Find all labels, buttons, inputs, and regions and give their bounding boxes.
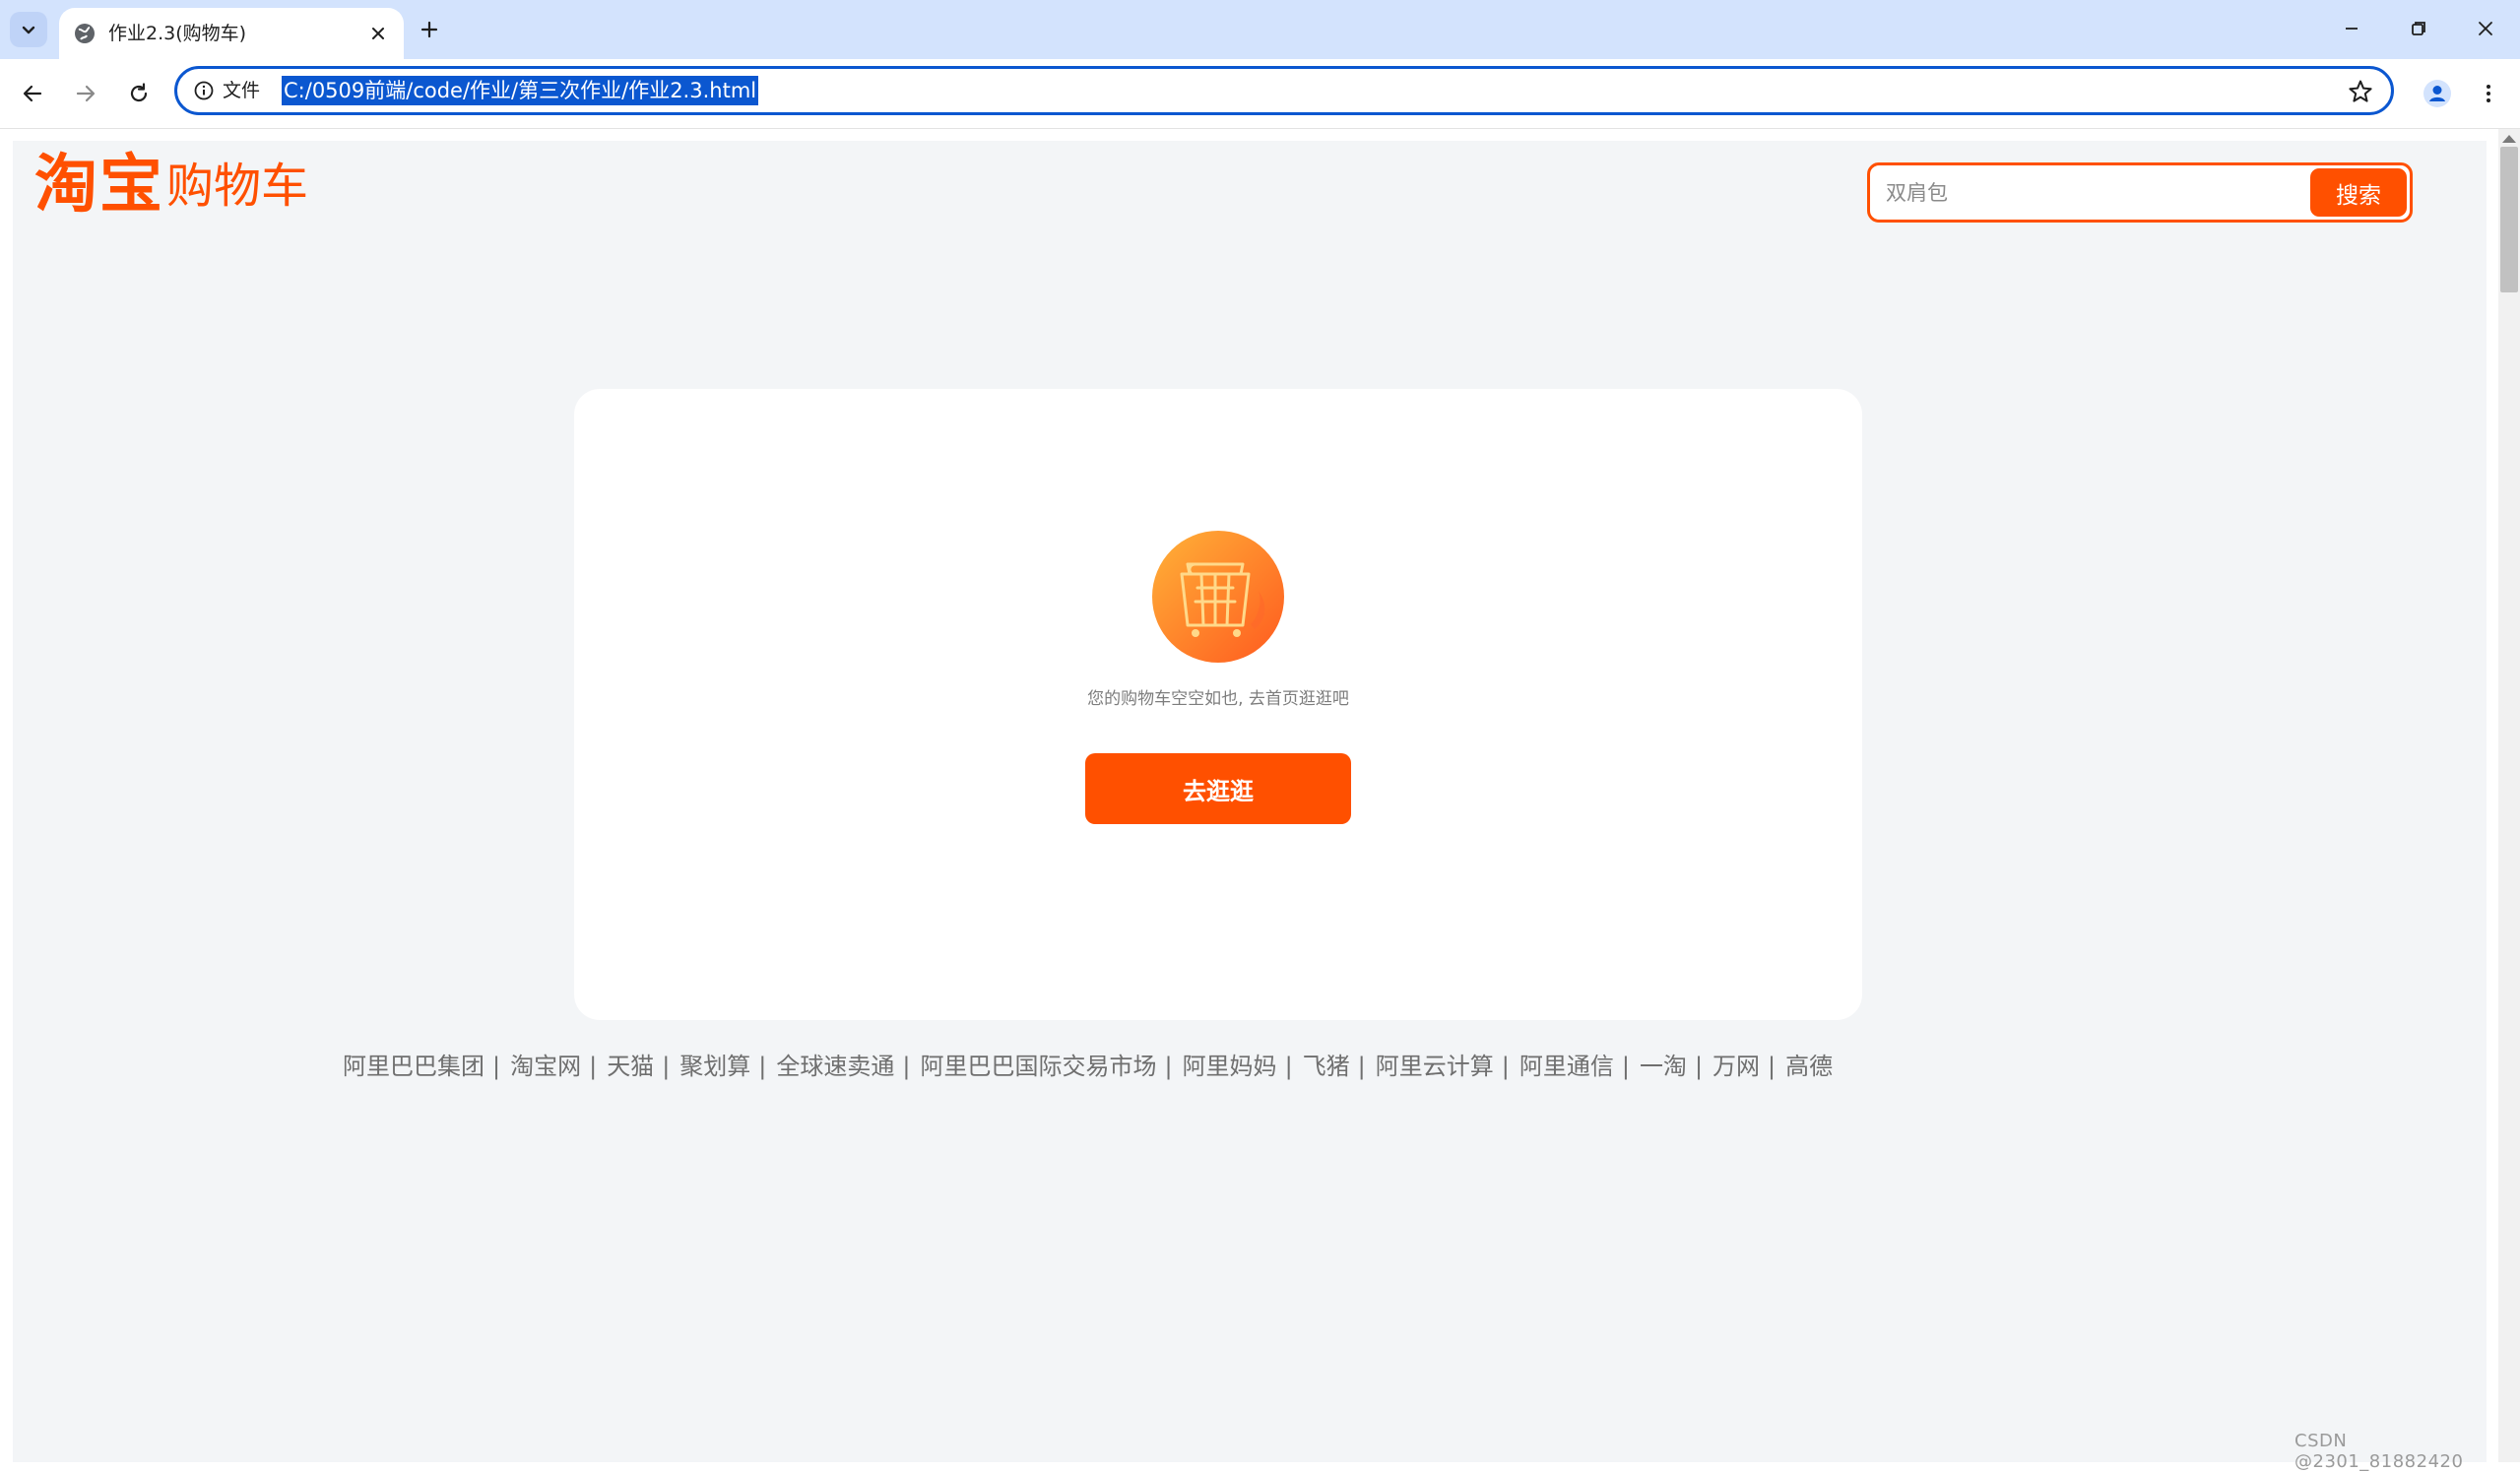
more-vert-icon xyxy=(2487,85,2490,102)
plus-icon xyxy=(420,21,438,38)
window-close-button[interactable] xyxy=(2452,0,2519,57)
footer-separator: | xyxy=(662,1053,671,1080)
footer-separator: | xyxy=(1621,1053,1630,1080)
scroll-up-arrow-icon[interactable] xyxy=(2502,135,2516,143)
go-shopping-button[interactable]: 去逛逛 xyxy=(1085,753,1351,824)
footer-link[interactable]: 阿里通信 xyxy=(1519,1053,1614,1080)
footer-separator: | xyxy=(1694,1053,1704,1080)
browser-menu-button[interactable] xyxy=(2468,73,2509,114)
empty-cart-message: 您的购物车空空如也, 去首页逛逛吧 xyxy=(1087,689,1349,709)
cart-title: 购物车 xyxy=(166,159,309,214)
page-body: 淘宝 购物车 搜索 xyxy=(13,141,2487,1462)
footer-separator: | xyxy=(1357,1053,1366,1080)
tab-title: 作业2.3(购物车) xyxy=(108,23,247,44)
browser-toolbar: 文件 C:/0509前端/code/作业/第三次作业/作业2.3.html xyxy=(0,59,2520,129)
window-minimize-button[interactable] xyxy=(2318,0,2385,57)
browser-tab[interactable]: 作业2.3(购物车) xyxy=(59,8,404,59)
close-icon xyxy=(372,28,384,39)
search-button[interactable]: 搜索 xyxy=(2310,168,2407,217)
profile-button[interactable] xyxy=(2417,73,2458,114)
avatar-icon xyxy=(2423,80,2451,107)
minimize-icon xyxy=(2346,28,2358,30)
arrow-left-icon xyxy=(23,85,42,102)
footer-link[interactable]: 阿里巴巴国际交易市场 xyxy=(920,1053,1156,1080)
search-box: 搜索 xyxy=(1867,162,2413,223)
footer-separator: | xyxy=(1768,1053,1777,1080)
footer-links: 阿里巴巴集团 | 淘宝网 | 天猫 | 聚划算 | 全球速卖通 | 阿里巴巴国际交易市场 | 阿里妈妈 |… xyxy=(343,1049,1833,1084)
footer-link[interactable]: 阿里云计算 xyxy=(1376,1053,1494,1080)
chevron-down-icon xyxy=(22,26,35,34)
page-viewport: 淘宝 购物车 搜索 xyxy=(0,129,2520,1462)
footer-link[interactable]: 淘宝网 xyxy=(510,1053,581,1080)
footer-link[interactable]: 阿里妈妈 xyxy=(1183,1053,1277,1080)
footer-link[interactable]: 天猫 xyxy=(607,1053,654,1080)
restore-icon xyxy=(2412,22,2425,35)
empty-cart-icon xyxy=(1152,531,1284,663)
close-icon xyxy=(2479,22,2492,35)
vertical-scrollbar[interactable] xyxy=(2498,129,2520,1462)
reload-button[interactable] xyxy=(118,73,160,114)
footer-link[interactable]: 全球速卖通 xyxy=(776,1053,894,1080)
search-input[interactable] xyxy=(1884,173,2301,213)
scheme-label: 文件 xyxy=(223,80,261,101)
footer-link[interactable]: 阿里巴巴集团 xyxy=(343,1053,485,1080)
window-restore-button[interactable] xyxy=(2385,0,2452,57)
footer-separator: | xyxy=(902,1053,911,1080)
footer-separator: | xyxy=(1501,1053,1510,1080)
footer-link[interactable]: 聚划算 xyxy=(679,1053,750,1080)
footer-link[interactable]: 一淘 xyxy=(1640,1053,1687,1080)
arrow-right-icon xyxy=(76,85,96,102)
scrollbar-thumb[interactable] xyxy=(2500,147,2518,292)
forward-button[interactable] xyxy=(65,73,106,114)
tab-strip: 作业2.3(购物车) xyxy=(0,0,2520,59)
footer-link[interactable]: 飞猪 xyxy=(1303,1053,1350,1080)
footer-link[interactable]: 万网 xyxy=(1712,1053,1760,1080)
url-text[interactable]: C:/0509前端/code/作业/第三次作业/作业2.3.html xyxy=(282,76,759,105)
footer-separator: | xyxy=(589,1053,598,1080)
globe-icon xyxy=(75,24,95,43)
info-icon[interactable] xyxy=(193,80,215,101)
address-bar[interactable]: 文件 C:/0509前端/code/作业/第三次作业/作业2.3.html xyxy=(174,66,2394,115)
tab-close-button[interactable] xyxy=(364,20,392,47)
empty-cart-card: 您的购物车空空如也, 去首页逛逛吧 去逛逛 xyxy=(574,389,1862,1020)
footer-separator: | xyxy=(492,1053,501,1080)
new-tab-button[interactable] xyxy=(412,12,447,47)
footer-separator: | xyxy=(758,1053,767,1080)
star-icon[interactable] xyxy=(2348,79,2373,104)
reload-icon xyxy=(130,83,148,102)
csdn-watermark: CSDN @2301_81882420 xyxy=(2294,1431,2464,1472)
back-button[interactable] xyxy=(12,73,53,114)
tab-search-button[interactable] xyxy=(10,12,47,47)
footer-link[interactable]: 高德 xyxy=(1785,1053,1833,1080)
footer-separator: | xyxy=(1164,1053,1173,1080)
taobao-logo[interactable]: 淘宝 xyxy=(34,143,164,227)
footer-separator: | xyxy=(1284,1053,1293,1080)
